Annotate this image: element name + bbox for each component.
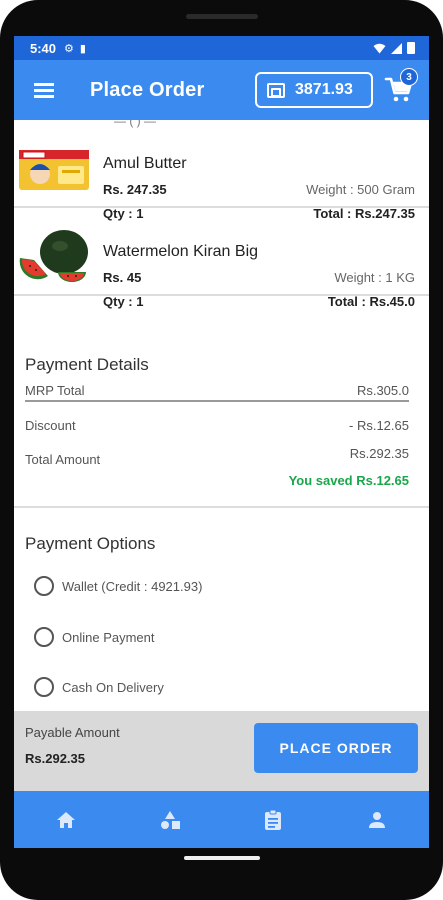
- order-content[interactable]: — ( ) — Amul Butter Rs. 247.35 Weight : …: [14, 120, 429, 711]
- status-bar: 5:40 ⚙ ▮: [14, 36, 429, 60]
- radio-button[interactable]: [34, 627, 54, 647]
- profile-icon: [369, 811, 386, 828]
- cart-count-badge: 3: [400, 68, 418, 86]
- mrp-total-value: Rs.305.0: [356, 383, 409, 398]
- item-quantity: Qty : 1: [103, 294, 144, 309]
- item-total: Total : Rs.45.0: [327, 294, 415, 309]
- savings-text: You saved Rs.12.65: [288, 473, 409, 488]
- menu-button[interactable]: [14, 60, 74, 120]
- watermelon-image: [19, 230, 88, 282]
- payment-option-label: Cash On Delivery: [62, 679, 164, 695]
- item-price: Rs. 247.35: [103, 182, 167, 197]
- discount-label: Discount: [25, 418, 76, 433]
- payable-amount-label: Payable Amount: [25, 725, 120, 740]
- mrp-total-label: MRP Total: [25, 383, 85, 398]
- item-price: Rs. 45: [103, 270, 142, 285]
- nav-orders[interactable]: [222, 791, 326, 848]
- menu-icon: [34, 83, 54, 98]
- app-screen: 5:40 ⚙ ▮ Place Order 3871.93 3 — () — A…: [14, 36, 429, 848]
- radio-button[interactable]: [34, 677, 54, 697]
- payment-details-title: Payment Details: [25, 355, 149, 374]
- payment-option-online[interactable]: Online Payment: [34, 625, 155, 649]
- categories-icon: [160, 810, 180, 829]
- orders-icon: [265, 809, 282, 830]
- item-name: Watermelon Kiran Big: [103, 243, 259, 260]
- signal-icon: [391, 42, 402, 54]
- nav-profile[interactable]: [325, 791, 429, 848]
- payment-option-label: Online Payment: [62, 629, 155, 645]
- home-icon: [56, 811, 75, 828]
- payment-options-title: Payment Options: [25, 534, 156, 553]
- cart-button[interactable]: 3: [384, 68, 420, 108]
- phone-speaker: [186, 14, 258, 19]
- payment-options-card: Payment Options Wallet (Credit : 4921.93…: [14, 510, 429, 710]
- item-weight: Weight : 500 Gram: [306, 182, 415, 197]
- nav-categories[interactable]: [118, 791, 222, 848]
- wallet-icon: [267, 82, 285, 98]
- wallet-balance: 3871.93: [295, 81, 353, 98]
- total-amount-label: Total Amount: [25, 452, 101, 467]
- payment-details-card: Payment Details MRP Total Rs.305.0 Disco…: [14, 318, 429, 508]
- payable-bar: Payable Amount Rs.292.35 PLACE ORDER: [14, 711, 429, 791]
- payment-option-wallet[interactable]: Wallet (Credit : 4921.93): [34, 574, 202, 598]
- nav-home[interactable]: [14, 791, 118, 848]
- sim-status-icon: ▮: [79, 42, 86, 55]
- order-item: Watermelon Kiran Big Rs. 45 Weight : 1 K…: [14, 210, 429, 309]
- bottom-navigation: [14, 791, 429, 848]
- home-indicator: [184, 856, 260, 860]
- item-name: Amul Butter: [103, 155, 187, 172]
- payment-option-label: Wallet (Credit : 4921.93): [62, 578, 203, 594]
- payment-option-cod[interactable]: Cash On Delivery: [34, 675, 164, 699]
- radio-button[interactable]: [34, 576, 54, 596]
- payable-amount-value: Rs.292.35: [25, 751, 85, 766]
- place-order-button[interactable]: PLACE ORDER: [254, 723, 418, 773]
- butter-pack-image: [19, 150, 89, 190]
- payment-divider: [25, 400, 409, 402]
- discount-value: - Rs.12.65: [349, 418, 409, 433]
- status-time: 5:40: [30, 40, 57, 56]
- wifi-icon: [373, 43, 386, 53]
- item-weight: Weight : 1 KG: [334, 270, 415, 285]
- total-amount-value: Rs.292.35: [349, 446, 409, 461]
- phone-frame: 5:40 ⚙ ▮ Place Order 3871.93 3 — () — A…: [0, 0, 443, 900]
- settings-status-icon: ⚙: [64, 42, 74, 55]
- wallet-balance-button[interactable]: 3871.93: [255, 72, 373, 108]
- page-title: Place Order: [90, 78, 205, 101]
- battery-icon: [407, 42, 415, 54]
- order-item: Amul Butter Rs. 247.35 Weight : 500 Gram…: [14, 122, 429, 221]
- app-bar: Place Order 3871.93 3: [14, 60, 429, 120]
